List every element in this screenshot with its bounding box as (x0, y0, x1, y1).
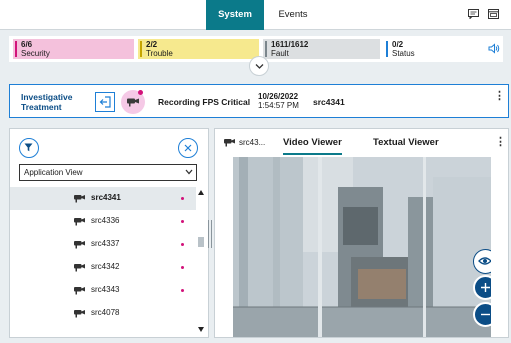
alarm-event-text: Recording FPS Critical (158, 97, 251, 107)
alarm-indicator-dot (181, 289, 184, 292)
list-item-label: src4078 (91, 308, 120, 317)
status-bar (15, 41, 17, 57)
top-bar: System Events (0, 0, 511, 30)
list-item-label: src4343 (91, 285, 120, 294)
list-item[interactable]: src4341 (10, 187, 196, 210)
list-item-label: src4337 (91, 239, 120, 248)
status-count: 6/6 (21, 40, 33, 49)
alarm-timestamp: 10/26/2022 1:54:57 PM (258, 92, 299, 110)
close-icon (184, 144, 192, 152)
camera-icon (74, 287, 85, 295)
list-item-label: src4341 (91, 193, 121, 202)
video-feed[interactable] (233, 157, 491, 337)
viewer-source-label: src43... (239, 138, 266, 147)
status-count: 0/2 (392, 40, 404, 49)
status-bar (140, 41, 142, 57)
status-card-fault[interactable]: 1611/1612 Fault (263, 39, 380, 59)
list-item-label: src4336 (91, 216, 120, 225)
camera-icon (74, 218, 85, 226)
filter-icon (24, 143, 33, 152)
chevron-down-icon (255, 64, 264, 69)
view-select-value: Application View (24, 168, 83, 177)
minus-icon (481, 313, 490, 316)
list-item[interactable]: src4078 (10, 302, 196, 325)
alarm-indicator-dot (181, 197, 184, 200)
tab-textual-viewer[interactable]: Textual Viewer (373, 137, 439, 148)
source-tree-panel: Application View src4341 src4336 src4337… (9, 128, 209, 338)
camera-icon (74, 310, 85, 318)
status-count: 1611/1612 (271, 40, 309, 49)
list-item[interactable]: src4343 (10, 279, 196, 302)
list-item[interactable]: src4336 (10, 210, 196, 233)
status-label: Trouble (146, 49, 173, 58)
alarm-indicator-dot (181, 243, 184, 246)
filter-button[interactable] (19, 138, 39, 158)
speaker-icon[interactable] (488, 43, 500, 54)
zoom-out-button[interactable] (473, 302, 491, 327)
zoom-in-button[interactable] (473, 275, 491, 300)
view-toggle-button[interactable] (473, 249, 491, 274)
status-count: 2/2 (146, 40, 158, 49)
exit-icon (99, 96, 111, 108)
status-label: Security (21, 49, 50, 58)
camera-icon (74, 241, 85, 249)
status-card-status[interactable]: 0/2 Status (384, 39, 484, 59)
viewer-panel: src43... Video Viewer Textual Viewer ⋮ (214, 128, 509, 338)
clear-filter-button[interactable] (178, 138, 198, 158)
alarm-source: src4341 (313, 97, 345, 107)
tab-video-viewer[interactable]: Video Viewer (283, 137, 342, 155)
comment-icon[interactable] (468, 9, 479, 19)
camera-icon (74, 264, 85, 272)
alarm-indicator-dot (181, 220, 184, 223)
window-icon[interactable] (488, 9, 499, 19)
tab-system[interactable]: System (206, 0, 264, 30)
camera-video-frame (233, 157, 491, 337)
eye-icon (478, 257, 491, 265)
scroll-up-icon[interactable] (198, 190, 204, 195)
list-item[interactable]: src4337 (10, 233, 196, 256)
alarm-treatment-label: Investigative Treatment (21, 92, 73, 112)
status-card-trouble[interactable]: 2/2 Trouble (138, 39, 259, 59)
alarm-date: 10/26/2022 (258, 92, 299, 101)
camera-icon (127, 98, 139, 107)
panel-resize-handle[interactable] (207, 220, 213, 248)
list-item-label: src4342 (91, 262, 120, 271)
tab-events[interactable]: Events (264, 0, 322, 30)
scroll-down-icon[interactable] (198, 327, 204, 332)
status-label: Fault (271, 49, 289, 58)
camera-icon (224, 139, 235, 147)
scrollbar-thumb[interactable] (198, 237, 204, 247)
viewer-more-icon[interactable]: ⋮ (495, 135, 506, 148)
status-label: Status (392, 49, 415, 58)
alarm-more-icon[interactable]: ⋮ (494, 89, 505, 102)
plus-icon (481, 283, 490, 292)
alarm-indicator-dot (138, 90, 143, 95)
alarm-time: 1:54:57 PM (258, 101, 299, 110)
alarm-indicator-dot (181, 266, 184, 269)
chevron-down-icon (185, 169, 193, 175)
view-select[interactable]: Application View (19, 164, 197, 181)
camera-icon (74, 195, 85, 203)
expand-button[interactable] (249, 56, 269, 76)
status-bar (265, 41, 267, 57)
exit-treatment-button[interactable] (95, 92, 115, 112)
alarm-strip[interactable]: Investigative Treatment Recording FPS Cr… (9, 84, 509, 118)
list-scrollbar[interactable] (197, 187, 204, 337)
list-item[interactable]: src4342 (10, 256, 196, 279)
status-card-security[interactable]: 6/6 Security (13, 39, 134, 59)
status-bar (386, 41, 388, 57)
